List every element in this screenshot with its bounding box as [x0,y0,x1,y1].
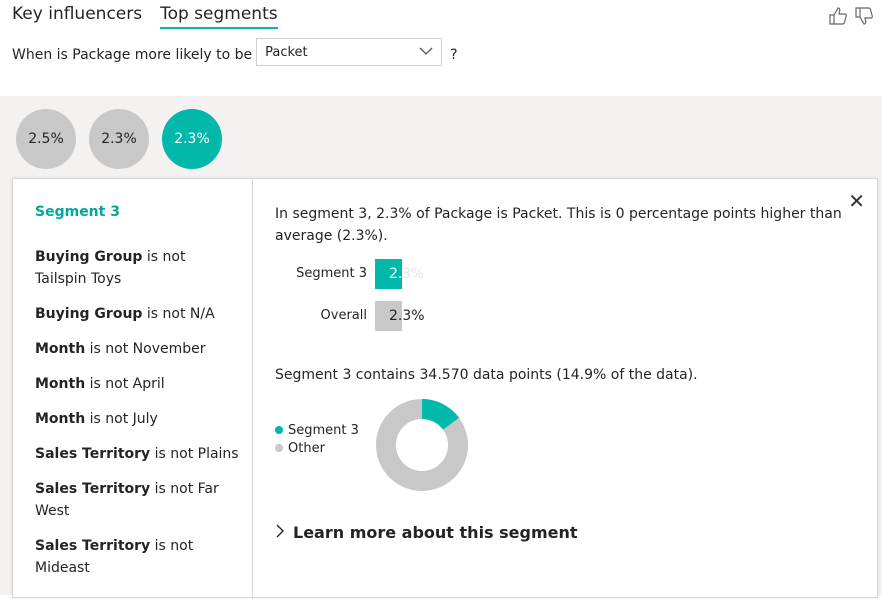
condition-item: Sales Territory is not Far West [35,478,240,522]
legend-label-other: Other [288,441,325,456]
segment-size-text: Segment 3 contains 34.570 data points (1… [275,367,698,383]
condition-item: Month is not April [35,373,240,395]
condition-text: is not November [85,341,206,357]
condition-list: Buying Group is not Tailspin Toys Buying… [35,246,240,592]
segment-bubble-3[interactable]: 2.3% [162,109,222,169]
condition-item: Buying Group is not Tailspin Toys [35,246,240,290]
condition-item: Sales Territory is not Plains [35,443,240,465]
bar-label-segment: Segment 3 [296,266,367,281]
condition-field: Sales Territory [35,481,151,497]
condition-field: Sales Territory [35,446,151,462]
tab-key-influencers[interactable]: Key influencers [12,4,142,29]
condition-field: Buying Group [35,249,143,265]
segment-description: In segment 3, 2.3% of Package is Packet.… [275,206,842,244]
tab-bar: Key influencers Top segments [12,4,278,29]
bar-value-segment-overflow: 3% [402,266,425,282]
tab-top-segments[interactable]: Top segments [160,4,278,29]
feedback-buttons [828,6,874,30]
bar-label-overall: Overall [320,308,367,323]
question-mark: ? [450,47,458,63]
condition-field: Month [35,341,86,357]
condition-field: Sales Territory [35,538,151,554]
condition-field: Month [35,411,86,427]
learn-more-label: Learn more about this segment [293,523,578,542]
donut-legend: Segment 3 Other [275,422,359,458]
segment-bubble-2[interactable]: 2.3% [89,109,149,169]
condition-field: Month [35,376,86,392]
bar-row-overall: Overall 2.3% [275,301,575,331]
condition-field: Buying Group [35,306,143,322]
segment-detail-card: Segment 3 Buying Group is not Tailspin T… [12,178,878,599]
thumbs-up-icon[interactable] [828,6,848,30]
learn-more-link[interactable]: Learn more about this segment [275,523,578,542]
thumbs-down-icon[interactable] [854,6,874,30]
condition-item: Buying Group is not N/A [35,303,240,325]
legend-dot-segment [275,426,283,434]
legend-label-segment: Segment 3 [288,423,359,438]
condition-text: is not April [85,376,165,392]
condition-text: is not N/A [142,306,215,322]
chevron-down-icon [419,45,433,60]
bar-row-segment: Segment 3 2.3% 3% [275,259,575,289]
condition-item: Sales Territory is not Mideast [35,535,240,579]
bar-value-overall: 2.3% [389,308,425,324]
segment-conditions-panel: Segment 3 Buying Group is not Tailspin T… [13,179,253,599]
chevron-right-icon [275,523,285,542]
segment-title: Segment 3 [35,204,120,220]
legend-item-segment: Segment 3 [275,422,359,440]
segment-bubble-1[interactable]: 2.5% [16,109,76,169]
condition-item: Month is not November [35,338,240,360]
question-label: When is Package more likely to be [12,47,253,63]
condition-item: Month is not July [35,408,240,430]
segment-donut-chart [376,399,468,491]
question-row: When is Package more likely to be Packet… [12,38,458,66]
legend-item-other: Other [275,440,359,458]
value-dropdown[interactable]: Packet [256,38,443,66]
close-icon[interactable]: ✕ [848,189,865,213]
condition-text: is not July [85,411,158,427]
condition-text: is not Plains [150,446,239,462]
bar-value-segment: 2.3% [389,266,402,282]
legend-dot-other [275,444,283,452]
dropdown-value: Packet [265,44,308,60]
